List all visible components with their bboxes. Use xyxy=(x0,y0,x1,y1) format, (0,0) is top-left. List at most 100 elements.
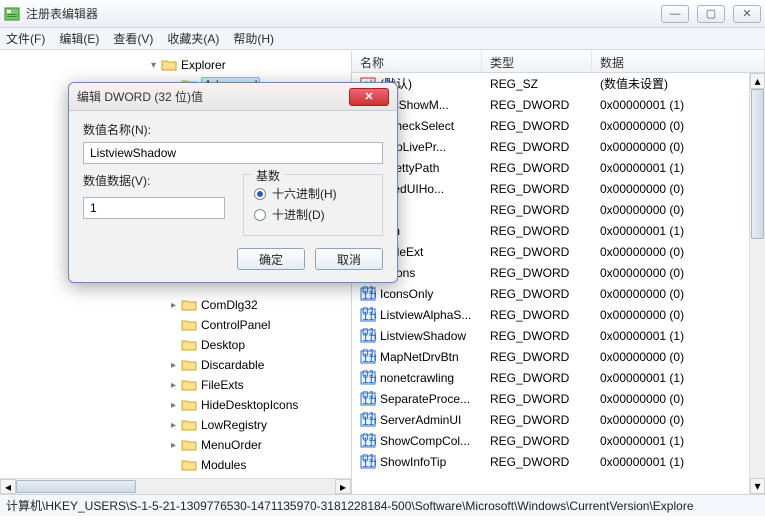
folder-icon xyxy=(181,298,197,312)
base-fieldset: 基数 十六进制(H) 十进制(D) xyxy=(243,174,383,236)
scroll-down-icon[interactable]: ▾ xyxy=(750,478,765,494)
list-vscrollbar[interactable]: ▴ ▾ xyxy=(749,73,765,494)
value-data-input[interactable] xyxy=(83,197,225,219)
list-row[interactable]: 011110aysShowM...REG_DWORD0x00000001 (1) xyxy=(352,94,765,115)
menu-view[interactable]: 查看(V) xyxy=(113,30,153,47)
expander-icon[interactable]: ▾ xyxy=(148,60,159,71)
list-pane[interactable]: 名称 类型 数据 ab(默认)REG_SZ(数值未设置)011110aysSho… xyxy=(352,51,765,494)
tree-item[interactable]: Modules xyxy=(0,455,351,475)
dialog-titlebar[interactable]: 编辑 DWORD (32 位)值 ✕ xyxy=(69,83,397,111)
dialog-close-button[interactable]: ✕ xyxy=(349,88,389,106)
value-data: 0x00000001 (1) xyxy=(592,455,765,469)
regedit-icon xyxy=(4,6,20,22)
value-name: ServerAdminUI xyxy=(380,413,461,427)
window-title: 注册表编辑器 xyxy=(26,5,661,22)
value-data: (数值未设置) xyxy=(592,75,765,92)
list-row[interactable]: 011110REG_DWORD0x00000000 (0) xyxy=(352,199,765,220)
value-data: 0x00000000 (0) xyxy=(592,308,765,322)
list-row[interactable]: 011110ndedUIHo...REG_DWORD0x00000000 (0) xyxy=(352,178,765,199)
menu-help[interactable]: 帮助(H) xyxy=(233,30,274,47)
folder-icon xyxy=(181,358,197,372)
expander-icon[interactable] xyxy=(168,460,179,471)
expander-icon[interactable]: ▸ xyxy=(168,400,179,411)
list-row[interactable]: 011110ShowCompCol...REG_DWORD0x00000001 … xyxy=(352,430,765,451)
window-controls: — ▢ ✕ xyxy=(661,5,761,23)
scroll-up-icon[interactable]: ▴ xyxy=(750,73,765,89)
tree-item[interactable]: ControlPanel xyxy=(0,315,351,335)
col-name[interactable]: 名称 xyxy=(352,51,482,72)
list-row[interactable]: 011110ListviewShadowREG_DWORD0x00000001 … xyxy=(352,325,765,346)
value-name: ListviewAlphaS... xyxy=(380,308,471,322)
list-row[interactable]: 011110eFileExtREG_DWORD0x00000000 (0) xyxy=(352,241,765,262)
list-row[interactable]: 011110denREG_DWORD0x00000001 (1) xyxy=(352,220,765,241)
scroll-left-icon[interactable]: ◂ xyxy=(0,479,16,494)
list-row[interactable]: 011110ShowInfoTipREG_DWORD0x00000001 (1) xyxy=(352,451,765,472)
menu-favorites[interactable]: 收藏夹(A) xyxy=(167,30,219,47)
list-row[interactable]: 011110IconsOnlyREG_DWORD0x00000000 (0) xyxy=(352,283,765,304)
col-data[interactable]: 数据 xyxy=(592,51,765,72)
tree-item[interactable]: ▾Explorer xyxy=(0,55,351,75)
tree-item[interactable]: ▸LowRegistry xyxy=(0,415,351,435)
minimize-button[interactable]: — xyxy=(661,5,689,23)
tree-hscrollbar[interactable]: ◂ ▸ xyxy=(0,478,351,494)
tree-item[interactable]: ▸MenuOrder xyxy=(0,435,351,455)
vscroll-thumb[interactable] xyxy=(751,89,764,239)
reg-dword-icon: 011110 xyxy=(360,391,376,407)
tree-item[interactable]: Desktop xyxy=(0,335,351,355)
list-row[interactable]: ab(默认)REG_SZ(数值未设置) xyxy=(352,73,765,94)
svg-text:110: 110 xyxy=(362,330,376,344)
radio-dec[interactable]: 十进制(D) xyxy=(254,206,372,223)
list-row[interactable]: 011110SeparateProce...REG_DWORD0x0000000… xyxy=(352,388,765,409)
svg-text:110: 110 xyxy=(362,351,376,365)
maximize-button[interactable]: ▢ xyxy=(697,5,725,23)
expander-icon[interactable]: ▸ xyxy=(168,300,179,311)
svg-text:110: 110 xyxy=(362,414,376,428)
expander-icon[interactable]: ▸ xyxy=(168,360,179,371)
value-name: ShowCompCol... xyxy=(380,434,470,448)
expander-icon[interactable]: ▸ xyxy=(168,420,179,431)
menu-edit[interactable]: 编辑(E) xyxy=(59,30,99,47)
value-name-input[interactable] xyxy=(83,142,383,164)
value-data: 0x00000001 (1) xyxy=(592,329,765,343)
tree-item[interactable]: ▸FileExts xyxy=(0,375,351,395)
tree-item[interactable]: ▸HideDesktopIcons xyxy=(0,395,351,415)
list-row[interactable]: 011110eIconsREG_DWORD0x00000000 (0) xyxy=(352,262,765,283)
col-type[interactable]: 类型 xyxy=(482,51,592,72)
value-data: 0x00000000 (0) xyxy=(592,245,765,259)
value-type: REG_DWORD xyxy=(482,308,592,322)
value-type: REG_DWORD xyxy=(482,392,592,406)
cancel-button[interactable]: 取消 xyxy=(315,248,383,270)
tree-item[interactable]: ▸ ComDlg32 xyxy=(0,295,351,315)
value-type: REG_DWORD xyxy=(482,287,592,301)
ok-button[interactable]: 确定 xyxy=(237,248,305,270)
scroll-right-icon[interactable]: ▸ xyxy=(335,479,351,494)
value-type: REG_DWORD xyxy=(482,266,592,280)
value-type: REG_DWORD xyxy=(482,350,592,364)
close-button[interactable]: ✕ xyxy=(733,5,761,23)
expander-icon[interactable] xyxy=(168,340,179,351)
hscroll-thumb[interactable] xyxy=(16,480,136,493)
list-row[interactable]: 011110MapNetDrvBtnREG_DWORD0x00000000 (0… xyxy=(352,346,765,367)
tree-label: ControlPanel xyxy=(201,318,270,332)
expander-icon[interactable] xyxy=(168,320,179,331)
expander-icon[interactable]: ▸ xyxy=(168,380,179,391)
value-type: REG_SZ xyxy=(482,77,592,91)
tree-item[interactable]: ▸Discardable xyxy=(0,355,351,375)
radio-hex[interactable]: 十六进制(H) xyxy=(254,185,372,202)
radio-hex-dot[interactable] xyxy=(254,188,266,200)
folder-icon xyxy=(181,458,197,472)
list-row[interactable]: 011110ktopLivePr...REG_DWORD0x00000000 (… xyxy=(352,136,765,157)
menu-file[interactable]: 文件(F) xyxy=(6,30,45,47)
value-data: 0x00000001 (1) xyxy=(592,224,765,238)
value-data: 0x00000000 (0) xyxy=(592,392,765,406)
list-row[interactable]: 011110nonetcrawlingREG_DWORD0x00000001 (… xyxy=(352,367,765,388)
value-type: REG_DWORD xyxy=(482,455,592,469)
list-row[interactable]: 011110oCheckSelectREG_DWORD0x00000000 (0… xyxy=(352,115,765,136)
radio-dec-dot[interactable] xyxy=(254,209,266,221)
tree-label: ComDlg32 xyxy=(201,298,258,312)
list-row[interactable]: 011110ListviewAlphaS...REG_DWORD0x000000… xyxy=(352,304,765,325)
list-row[interactable]: 011110tPrettyPathREG_DWORD0x00000001 (1) xyxy=(352,157,765,178)
expander-icon[interactable]: ▸ xyxy=(168,440,179,451)
value-type: REG_DWORD xyxy=(482,329,592,343)
list-row[interactable]: 011110ServerAdminUIREG_DWORD0x00000000 (… xyxy=(352,409,765,430)
